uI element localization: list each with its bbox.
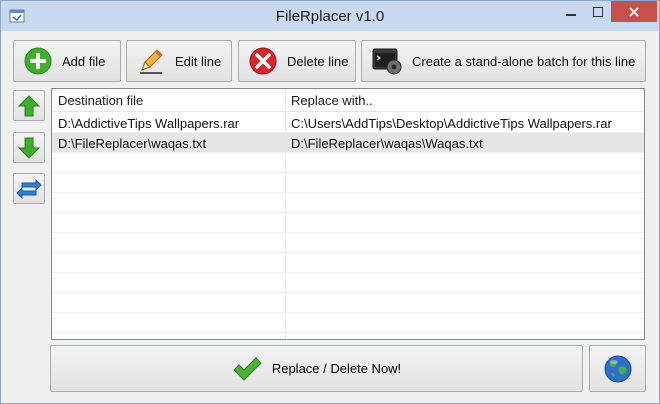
- swap-arrows-icon: [16, 178, 42, 199]
- minimize-icon: [566, 13, 576, 16]
- move-down-button[interactable]: [13, 132, 45, 163]
- add-file-label: Add file: [62, 53, 106, 69]
- create-batch-label: Create a stand-alone batch for this line: [412, 53, 636, 69]
- delete-line-button[interactable]: Delete line: [238, 40, 356, 82]
- empty-row: [52, 313, 644, 333]
- swap-columns-button[interactable]: [13, 173, 45, 204]
- console-gear-icon: [372, 48, 402, 75]
- empty-row: [52, 213, 644, 233]
- edit-line-label: Edit line: [175, 53, 222, 69]
- close-icon: [629, 6, 639, 17]
- replace-delete-now-button[interactable]: Replace / Delete Now!: [50, 345, 583, 392]
- close-button[interactable]: [611, 1, 657, 22]
- arrow-up-icon: [17, 94, 41, 116]
- create-batch-button[interactable]: Create a stand-alone batch for this line: [361, 40, 646, 82]
- plus-circle-icon: [24, 47, 52, 75]
- maximize-button[interactable]: [585, 1, 611, 22]
- add-file-button[interactable]: Add file: [13, 40, 121, 82]
- arrow-down-icon: [17, 137, 41, 159]
- empty-row: [52, 253, 644, 273]
- title-bar[interactable]: FileRplacer v1.0: [1, 1, 659, 31]
- edit-line-button[interactable]: Edit line: [126, 40, 232, 82]
- cell-destination: D:\AddictiveTips Wallpapers.rar: [58, 116, 240, 131]
- empty-row: [52, 273, 644, 293]
- cell-replace: C:\Users\AddTips\Desktop\AddictiveTips W…: [291, 116, 612, 131]
- empty-row: [52, 293, 644, 313]
- pencil-icon: [140, 49, 163, 74]
- column-header-replace[interactable]: Replace with..: [291, 93, 373, 108]
- minimize-button[interactable]: [557, 1, 585, 22]
- maximize-icon: [593, 6, 603, 17]
- table-row[interactable]: D:\AddictiveTips Wallpapers.rar C:\Users…: [52, 113, 644, 133]
- replace-delete-now-label: Replace / Delete Now!: [271, 361, 402, 376]
- move-up-button[interactable]: [13, 90, 45, 121]
- app-window: FileRplacer v1.0 Add file Edit line Dele…: [0, 0, 660, 404]
- empty-row: [52, 193, 644, 213]
- table-row[interactable]: D:\FileReplacer\waqas.txt D:\FileReplace…: [52, 133, 644, 153]
- column-header-destination[interactable]: Destination file: [58, 93, 143, 108]
- empty-row: [52, 233, 644, 253]
- website-button[interactable]: [589, 345, 646, 392]
- empty-row: [52, 153, 644, 173]
- file-list[interactable]: Destination file Replace with.. D:\Addic…: [51, 88, 645, 340]
- delete-line-label: Delete line: [287, 53, 349, 69]
- checkmark-icon: [233, 356, 262, 381]
- x-circle-icon: [249, 47, 277, 75]
- empty-row: [52, 173, 644, 193]
- list-header: Destination file Replace with..: [52, 89, 644, 112]
- cell-destination: D:\FileReplacer\waqas.txt: [58, 136, 207, 151]
- globe-icon: [604, 355, 631, 382]
- cell-replace: D:\FileReplacer\waqas\Waqas.txt: [291, 136, 483, 151]
- client-area: Add file Edit line Delete line Create a …: [2, 31, 658, 403]
